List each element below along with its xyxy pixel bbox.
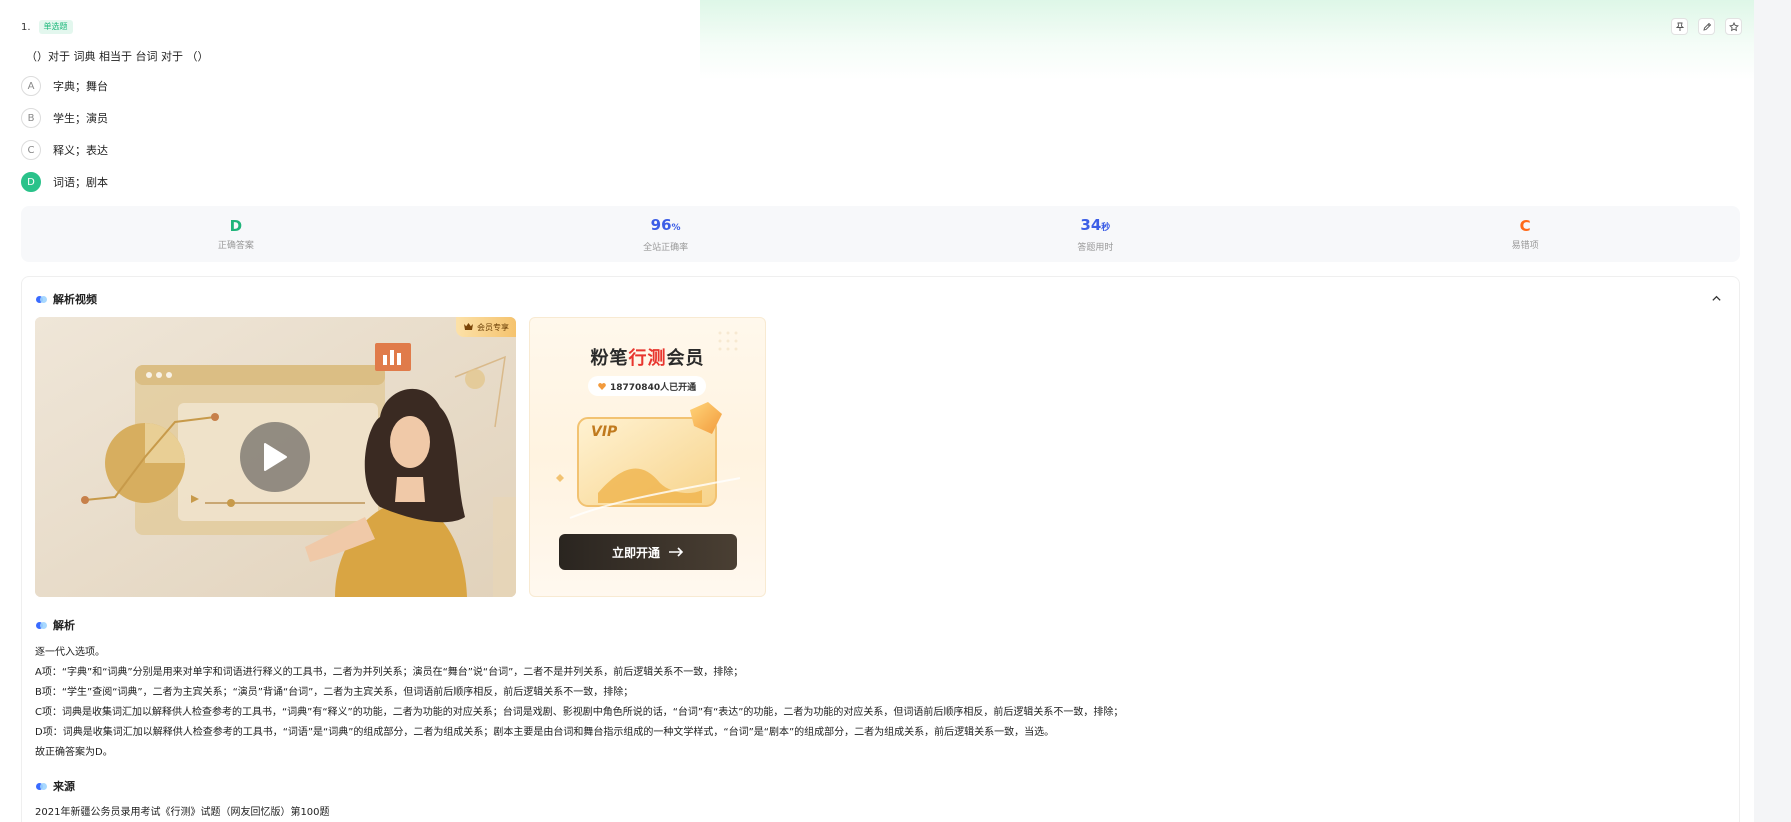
option-letter: A: [21, 76, 41, 96]
star-icon: [1728, 21, 1739, 31]
heart-icon: [598, 382, 606, 390]
edit-icon: [1702, 22, 1711, 31]
section-dot-icon: [36, 295, 47, 303]
stat-time: 34秒 答题用时: [881, 206, 1311, 262]
play-button[interactable]: [240, 422, 310, 492]
video-section-title: 解析视频: [36, 291, 97, 307]
option-a[interactable]: A 字典；舞台: [21, 75, 108, 97]
source-text: 2021年新疆公务员录用考试《行测》试题（网友回忆版）第100题: [35, 807, 330, 818]
favorite-button[interactable]: [1725, 18, 1742, 35]
question-type-badge: 单选题: [38, 20, 73, 34]
vip-open-button[interactable]: 立即开通: [559, 534, 737, 570]
analysis-line: D项：词典是收集词汇加以解释供人检查参考的工具书，“词语”是“词典”的组成部分，…: [35, 727, 1055, 738]
time-label: 答题用时: [1077, 242, 1114, 253]
member-exclusive-badge: 会员专享: [456, 317, 516, 337]
option-b[interactable]: B 学生；演员: [21, 107, 108, 129]
question-page: 1. 单选题 （）对于 词典 相当于 台词 对于 （） A 字典；舞台 B 学生…: [0, 0, 1754, 822]
pin-icon: [1675, 22, 1684, 31]
analysis-line: B项：“学生”查阅“词典”，二者为主宾关系；“演员”背诵“台词”，二者为主宾关系…: [35, 687, 634, 698]
question-stem: （）对于 词典 相当于 台词 对于 （）: [26, 50, 209, 63]
pin-button[interactable]: [1671, 18, 1688, 35]
vip-member-count: 18770840人已开通: [588, 376, 707, 396]
edit-button[interactable]: [1698, 18, 1715, 35]
member-badge-text: 会员专享: [477, 322, 509, 332]
correct-answer-value: D: [229, 217, 243, 235]
question-toolbar: [1671, 18, 1742, 35]
option-letter: D: [21, 172, 41, 192]
option-c[interactable]: C 释义；表达: [21, 139, 108, 161]
crown-icon: [464, 323, 473, 330]
video-thumbnail[interactable]: 会员专享: [35, 317, 516, 597]
play-icon: [264, 443, 287, 471]
collapse-button[interactable]: [1705, 287, 1727, 309]
stat-correct-answer: D 正确答案: [21, 206, 451, 262]
header-gradient: [700, 0, 1754, 80]
option-text: 学生；演员: [53, 112, 108, 125]
option-text: 释义；表达: [53, 144, 108, 157]
analysis-card: 解析视频 会员专享 粉笔行测会员 18770840人已开通 VIP 立即开通 解…: [21, 276, 1740, 822]
question-number: 1.: [21, 21, 31, 33]
arrow-right-icon: [669, 547, 684, 557]
option-text: 字典；舞台: [53, 80, 108, 93]
analysis-line: C项：词典是收集词汇加以解释供人检查参考的工具书，“词典”有“释义”的功能，二者…: [35, 707, 1124, 718]
answer-stats: D 正确答案 96% 全站正确率 34秒 答题用时 C 易错项: [21, 206, 1740, 262]
analysis-section-title: 解析: [36, 617, 75, 633]
time-unit: 秒: [1101, 222, 1111, 233]
analysis-line: 故正确答案为D。: [35, 747, 113, 758]
analysis-line: 逐一代入选项。: [35, 647, 105, 658]
option-text: 词语；剧本: [53, 176, 108, 189]
time-number: 34: [1080, 215, 1102, 234]
accuracy-unit: %: [671, 222, 681, 233]
accuracy-label: 全站正确率: [643, 242, 689, 253]
vip-title: 粉笔行测会员: [590, 348, 705, 369]
section-dot-icon: [36, 621, 47, 629]
option-d[interactable]: D 词语；剧本: [21, 171, 108, 193]
option-letter: C: [21, 140, 41, 160]
section-dot-icon: [36, 782, 47, 790]
options-list: A 字典；舞台 B 学生；演员 C 释义；表达 D 词语；剧本: [21, 75, 108, 203]
common-wrong-value: C: [1519, 217, 1531, 235]
accuracy-value: 96%: [651, 216, 681, 237]
accuracy-number: 96: [650, 215, 672, 234]
analysis-line: A项：“字典”和“词典”分别是用来对单字和词语进行释义的工具书，二者为并列关系；…: [35, 667, 744, 678]
time-value: 34秒: [1080, 216, 1110, 237]
common-wrong-label: 易错项: [1511, 241, 1539, 251]
vip-card-label: VIP: [591, 424, 618, 440]
analysis-text: 逐一代入选项。 A项：“字典”和“词典”分别是用来对单字和词语进行释义的工具书，…: [35, 643, 1123, 763]
chevron-up-icon: [1711, 295, 1721, 301]
correct-answer-label: 正确答案: [217, 241, 254, 251]
option-letter: B: [21, 108, 41, 128]
question-header: 1. 单选题: [21, 20, 73, 34]
source-section-title: 来源: [36, 778, 75, 794]
vip-promo-card[interactable]: 粉笔行测会员 18770840人已开通 VIP 立即开通: [529, 317, 766, 597]
stat-common-wrong: C 易错项: [1310, 206, 1740, 262]
stat-accuracy: 96% 全站正确率: [451, 206, 881, 262]
